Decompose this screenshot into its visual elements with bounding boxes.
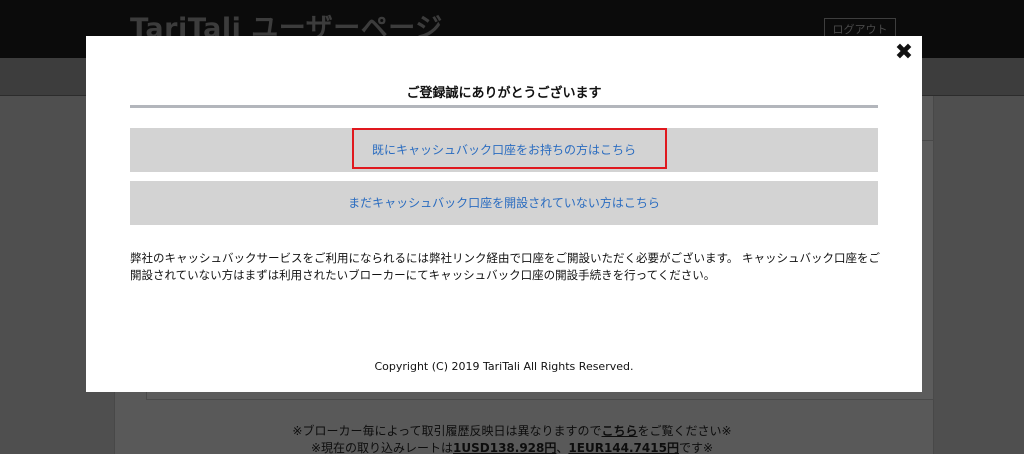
history-note: ※ブローカー毎によって取引履歴反映日は異なりますのでこちらをご覧ください※ xyxy=(0,422,1024,439)
history-note-text: ※ブローカー毎によって取引履歴反映日は異なりますので xyxy=(292,424,602,438)
eur-rate: 1EUR144.7415円 xyxy=(568,441,679,454)
rate-separator: 、 xyxy=(556,441,569,454)
existing-account-label: 既にキャッシュバック口座をお持ちの方はこちら xyxy=(371,143,636,157)
history-note-link[interactable]: こちら xyxy=(602,424,638,438)
new-account-button[interactable]: まだキャッシュバック口座を開設されていない方はこちら xyxy=(130,181,878,225)
registration-modal: ✖ ご登録誠にありがとうございます 既にキャッシュバック口座をお持ちの方はこちら… xyxy=(86,36,922,392)
rate-note-text: ※現在の取り込みレートは xyxy=(310,441,454,454)
existing-account-button[interactable]: 既にキャッシュバック口座をお持ちの方はこちら xyxy=(130,128,878,172)
modal-title: ご登録誠にありがとうございます xyxy=(406,86,602,101)
new-account-label: まだキャッシュバック口座を開設されていない方はこちら xyxy=(348,196,660,210)
usd-rate: 1USD138.928円 xyxy=(453,441,557,454)
close-icon[interactable]: ✖ xyxy=(894,42,914,64)
rate-note-suffix: です※ xyxy=(678,441,714,454)
service-description: 弊社のキャッシュバックサービスをご利用になられるには弊社リンク経由で口座をご開設… xyxy=(130,251,880,282)
title-divider xyxy=(130,105,878,108)
copyright-text: Copyright (C) 2019 TariTali All Rights R… xyxy=(374,360,634,373)
history-note-suffix: をご覧ください※ xyxy=(637,424,732,438)
rate-note: ※現在の取り込みレートは1USD138.928円、1EUR144.7415円です… xyxy=(0,439,1024,454)
